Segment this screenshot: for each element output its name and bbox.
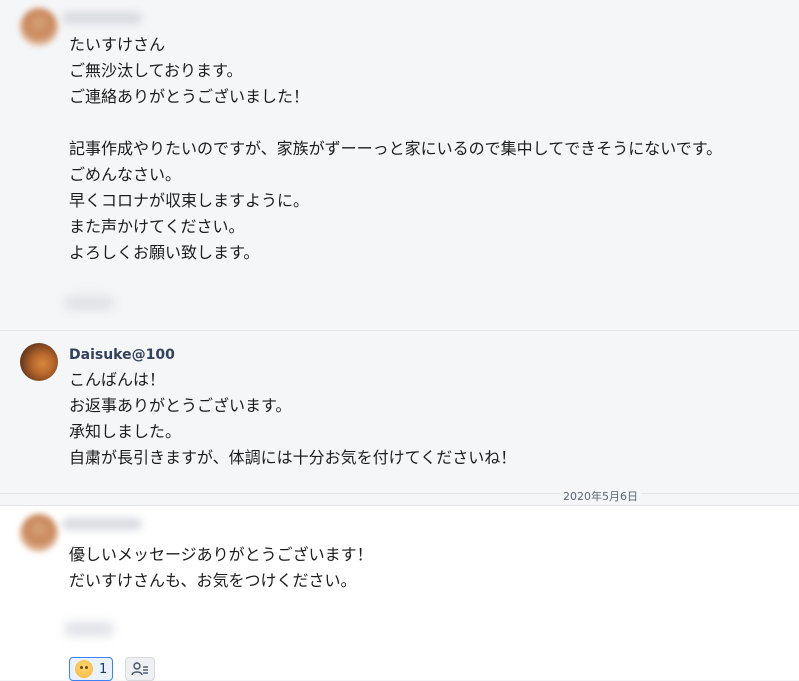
- author-name-blurred: [62, 518, 142, 530]
- date-divider-label: 2020年5月6日: [560, 488, 641, 504]
- message-line: お返事ありがとうございます。: [69, 396, 292, 415]
- message-3: 優しいメッセージありがとうございます！ だいすけさんも、お気をつけください。: [0, 506, 799, 680]
- message-line: [69, 110, 722, 136]
- message-line: よろしくお願い致します。: [69, 243, 260, 262]
- message-line: ご無沙汰しております。: [69, 61, 243, 80]
- message-line: こんばんは！: [69, 370, 166, 389]
- message-line: 早くコロナが収束しますように。: [69, 191, 310, 210]
- smile-emoji-icon: [75, 660, 93, 678]
- message-line: また声かけてください。: [69, 217, 245, 236]
- message-body: こんばんは！ お返事ありがとうございます。 承知しました。 自粛が長引きますが、…: [69, 367, 516, 471]
- message-2: Daisuke@100 こんばんは！ お返事ありがとうございます。 承知しました…: [0, 330, 799, 491]
- avatar[interactable]: [20, 514, 58, 552]
- reaction-count: 1: [99, 661, 108, 677]
- avatar[interactable]: [20, 8, 58, 46]
- people-list-icon: [131, 662, 148, 676]
- author-name[interactable]: Daisuke@100: [69, 347, 175, 363]
- message-line: 記事作成やりたいのですが、家族がずーーっと家にいるので集中してできそうにないです…: [69, 139, 723, 158]
- avatar[interactable]: [20, 343, 58, 381]
- message-line: ご連絡ありがとうございました！: [69, 87, 310, 106]
- author-name-blurred: [62, 12, 142, 24]
- message-meta-blurred: [64, 296, 114, 310]
- message-1: たいすけさん ご無沙汰しております。 ご連絡ありがとうございました！ 記事作成や…: [0, 0, 799, 330]
- message-line: 優しいメッセージありがとうございます！: [69, 545, 373, 564]
- message-body: 優しいメッセージありがとうございます！ だいすけさんも、お気をつけください。: [69, 542, 373, 594]
- reaction-button[interactable]: 1: [69, 657, 113, 681]
- message-body: たいすけさん ご無沙汰しております。 ご連絡ありがとうございました！ 記事作成や…: [69, 32, 722, 266]
- date-divider-line: [0, 493, 799, 494]
- message-line: ごめんなさい。: [69, 165, 182, 184]
- message-line: 自粛が長引きますが、体調には十分お気を付けてくださいね！: [69, 448, 517, 467]
- reactor-list-button[interactable]: [125, 657, 155, 681]
- message-line: 承知しました。: [69, 422, 182, 441]
- message-meta-blurred: [64, 622, 114, 636]
- message-line: だいすけさんも、お気をつけください。: [69, 571, 357, 590]
- message-line: たいすけさん: [69, 35, 166, 54]
